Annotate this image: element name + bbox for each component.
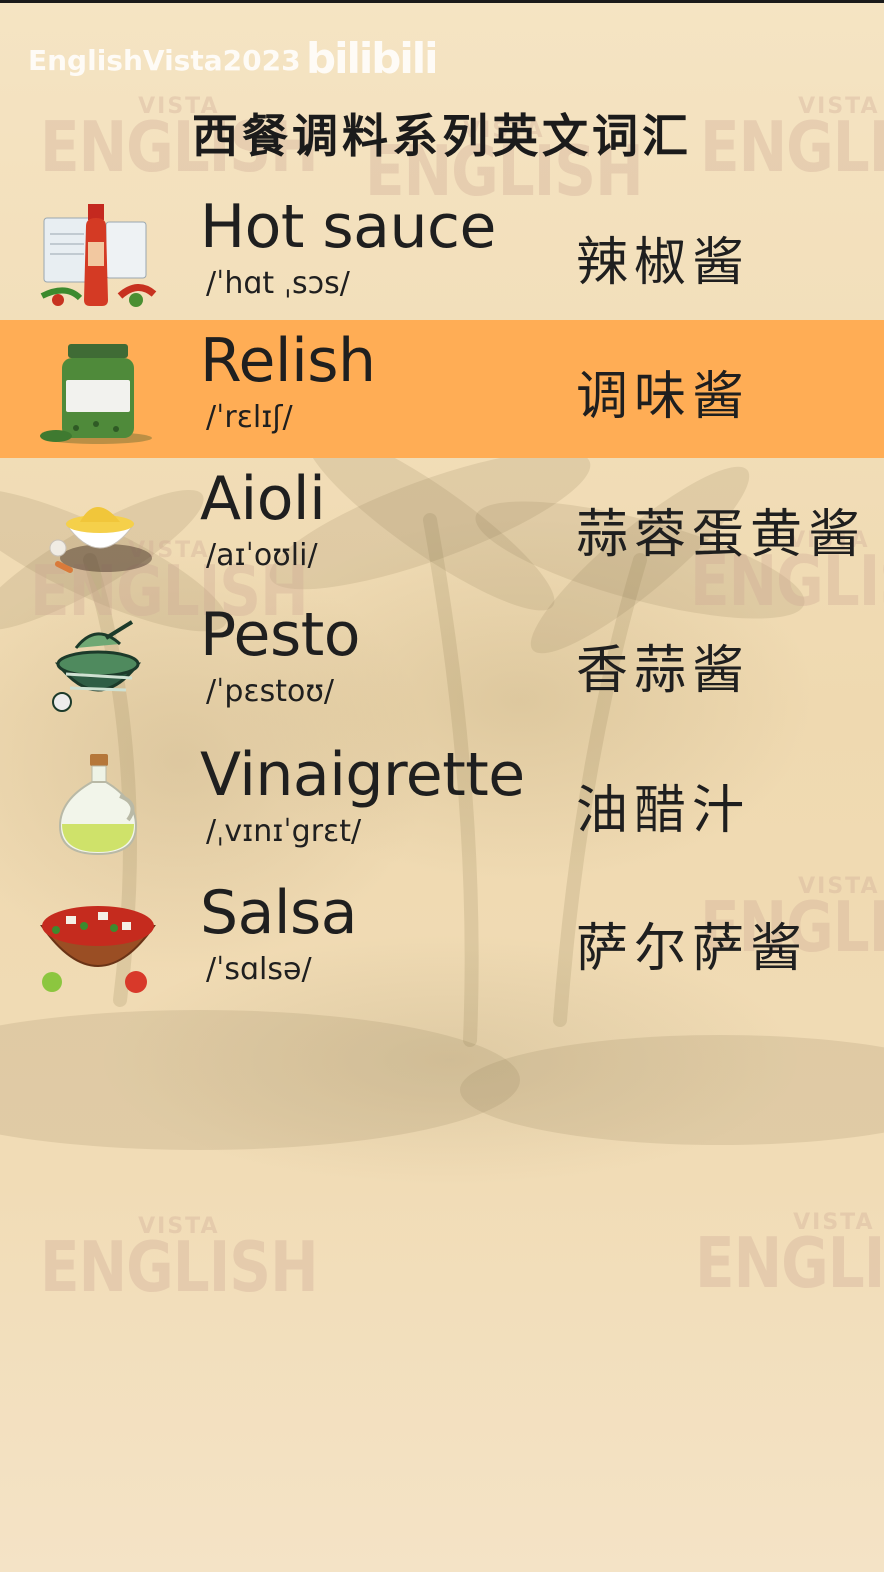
salsa-bowl-icon: [40, 906, 156, 993]
relish-jar-icon: [40, 344, 152, 444]
vocab-chinese: 辣椒酱: [576, 233, 751, 293]
oil-bottle-icon: [58, 754, 138, 856]
vocab-ipa: /ˈpɛstoʊ/: [206, 674, 334, 709]
vocab-chinese: 香蒜酱: [576, 641, 751, 701]
vocab-word: Hot sauce: [200, 192, 496, 262]
watermark: VISTAENGLISH: [40, 1214, 319, 1308]
vocab-row: Aioli /aɪˈoʊli/ 蒜蓉蛋黄酱: [0, 458, 884, 596]
aioli-bowl-icon: [49, 507, 152, 573]
vocab-chinese: 调味酱: [576, 367, 751, 427]
vocab-word: Relish: [200, 326, 376, 396]
vocab-word: Pesto: [200, 600, 360, 670]
bilibili-logo: bilibili: [306, 34, 439, 83]
vocab-ipa: /ˈrɛlɪʃ/: [206, 400, 293, 435]
vocab-row: Pesto /ˈpɛstoʊ/ 香蒜酱: [0, 594, 884, 732]
vocab-chinese: 蒜蓉蛋黄酱: [576, 505, 867, 565]
vocab-ipa: /aɪˈoʊli/: [206, 538, 318, 573]
vocab-row: Hot sauce /ˈhɑt ˌsɔs/ 辣椒酱: [0, 186, 884, 324]
vocab-word: Vinaigrette: [200, 740, 525, 810]
vocab-row: Salsa /ˈsɑlsə/ 萨尔萨酱: [0, 872, 884, 1010]
page-title: 西餐调料系列英文词汇: [192, 109, 692, 163]
channel-name: EnglishVista2023: [28, 44, 301, 77]
vocab-ipa: /ˈsɑlsə/: [206, 952, 312, 987]
watermark: VISTAENGLISH: [695, 1210, 884, 1304]
vocab-row-highlighted: Relish /ˈrɛlɪʃ/ 调味酱: [0, 320, 884, 458]
vocab-word: Salsa: [200, 878, 358, 948]
hot-sauce-bottle-icon: [40, 204, 157, 307]
vocab-word: Aioli: [200, 464, 326, 534]
vocab-ipa: /ˈhɑt ˌsɔs/: [206, 266, 350, 301]
vocab-row: Vinaigrette /ˌvɪnɪˈgrɛt/ 油醋汁: [0, 734, 884, 872]
top-border: [0, 0, 884, 3]
pesto-bowl-icon: [52, 620, 142, 712]
vocab-ipa: /ˌvɪnɪˈgrɛt/: [206, 814, 362, 849]
vocab-chinese: 萨尔萨酱: [576, 919, 809, 979]
vocab-chinese: 油醋汁: [576, 781, 751, 841]
